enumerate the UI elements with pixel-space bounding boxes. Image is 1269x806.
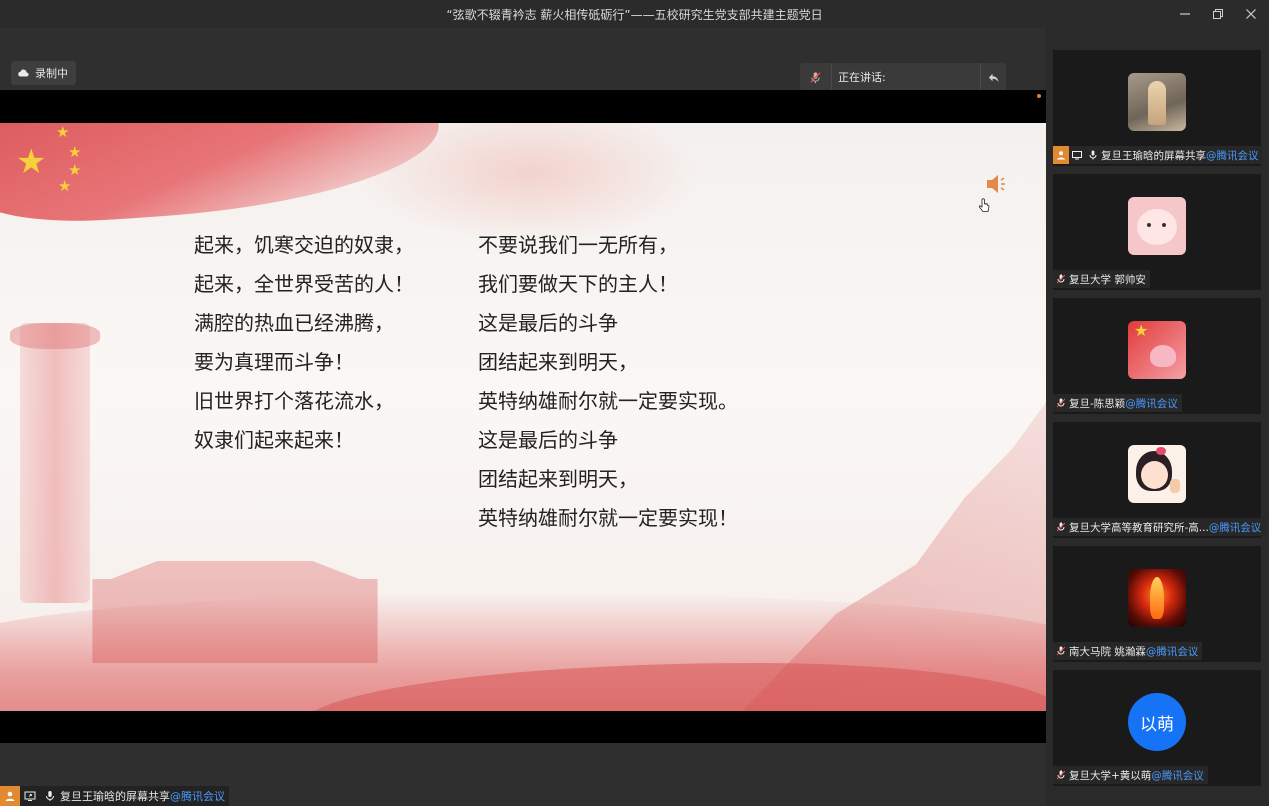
verse-line: 英特纳雄耐尔就一定要实现。 [478, 389, 738, 413]
small-star-icon: ★ [58, 177, 72, 195]
window-title: “弦歌不辍青衿志 薪火相传砥砺行”——五校研究生党支部共建主题党日 [446, 8, 823, 22]
verse-line: 奴隶们起来起来！ [194, 428, 354, 452]
letterbox-top [0, 90, 1046, 123]
main-stage: 录制中 正在讲话: ★ ★ ★ ★ ★ 起来，饥寒交迫的奴隶， 起来，全世界受苦… [0, 28, 1046, 806]
status-dot [1037, 94, 1041, 98]
reply-icon [988, 73, 999, 82]
participant-label: 复旦大学高等教育研究所-高... @腾讯会议 [1053, 518, 1266, 536]
brand-tag: @腾讯会议 [1208, 521, 1262, 534]
participant-tile[interactable]: 南大马院 姚瀚霖 @腾讯会议 [1053, 546, 1261, 662]
share-user-icon [1053, 146, 1069, 164]
verse-right-column: 不要说我们一无所有， 我们要做天下的主人！ 这是最后的斗争 团结起来到明天， 英… [478, 226, 738, 538]
participant-tile[interactable]: 复旦大学 郭帅安 [1053, 174, 1261, 290]
close-icon [1246, 9, 1256, 19]
participant-name: 复旦大学 郭帅安 [1069, 273, 1146, 286]
participant-name: 复旦王瑜晗的屏幕共享 [1101, 149, 1206, 162]
photo-person-icon [1128, 73, 1186, 131]
close-button[interactable] [1237, 4, 1265, 24]
hand-cursor-icon [978, 198, 990, 212]
speaker-icon[interactable] [984, 171, 1010, 197]
verse-line: 英特纳雄耐尔就一定要实现！ [478, 506, 738, 530]
verse-line: 我们要做天下的主人！ [478, 272, 678, 296]
verse-line: 起来，全世界受苦的人！ [194, 272, 414, 296]
letterbox-bottom [0, 711, 1046, 743]
mic-muted-icon [810, 71, 821, 83]
pillar-cap-decoration [10, 323, 100, 349]
participant-label: 复旦大学+黄以萌 @腾讯会议 [1053, 766, 1208, 784]
verse-line: 要为真理而斗争！ [194, 350, 354, 374]
mic-muted-icon [1053, 518, 1069, 536]
verse-left-column: 起来，饥寒交迫的奴隶， 起来，全世界受苦的人！ 满腔的热血已经沸腾， 要为真理而… [194, 226, 414, 460]
mic-muted-icon [1053, 270, 1069, 288]
recording-label: 录制中 [35, 67, 68, 80]
small-star-icon: ★ [56, 123, 70, 141]
speaking-indicator: 正在讲话: [800, 63, 1006, 91]
verse-line: 起来，饥寒交迫的奴隶， [194, 233, 414, 257]
mic-muted-icon [1053, 394, 1069, 412]
brand-tag: @腾讯会议 [1145, 645, 1199, 658]
participant-name: 南大马院 姚瀚霖 [1069, 645, 1146, 658]
participant-label: 复旦-陈思颖 @腾讯会议 [1053, 394, 1182, 412]
participant-label: 南大马院 姚瀚霖 @腾讯会议 [1053, 642, 1203, 660]
big-star-icon: ★ [16, 142, 47, 182]
brand-tag: @腾讯会议 [1206, 149, 1259, 162]
mic-muted-button[interactable] [800, 63, 832, 91]
brand-tag: @腾讯会议 [1151, 769, 1204, 782]
cartoon-pink-icon [1128, 197, 1186, 255]
brand-tag: @腾讯会议 [170, 790, 225, 803]
participant-tile[interactable]: 复旦王瑜晗的屏幕共享 @腾讯会议 [1053, 50, 1263, 166]
mic-muted-icon [1053, 766, 1069, 784]
minimize-icon [1180, 13, 1190, 15]
huabiao-pillar-decoration [20, 323, 90, 603]
verse-line: 团结起来到明天， [478, 350, 638, 374]
share-owner-name: 复旦王瑜晗的屏幕共享 [60, 790, 170, 803]
participant-tile[interactable]: 复旦大学高等教育研究所-高... @腾讯会议 [1053, 422, 1266, 538]
verse-line: 满腔的热血已经沸腾， [194, 311, 394, 335]
participant-tile[interactable]: 以萌 复旦大学+黄以萌 @腾讯会议 [1053, 670, 1261, 786]
verse-line: 这是最后的斗争 [478, 311, 618, 335]
participant-label: 复旦王瑜晗的屏幕共享 @腾讯会议 [1053, 146, 1263, 164]
flag-heart-icon: ★ [1128, 321, 1186, 379]
participant-tile[interactable]: ★ 复旦-陈思颖 @腾讯会议 [1053, 298, 1261, 414]
minimize-button[interactable] [1171, 4, 1199, 24]
verse-line: 这是最后的斗争 [478, 428, 618, 452]
participant-gallery: 复旦王瑜晗的屏幕共享 @腾讯会议 复旦大学 郭帅安 ★ 复旦-陈思颖 @腾讯会议 [1046, 28, 1269, 806]
maximize-button[interactable] [1204, 4, 1232, 24]
participant-label: 复旦大学 郭帅安 [1053, 270, 1150, 288]
screen-share-icon [1069, 146, 1085, 164]
screen-share-label: 复旦王瑜晗的屏幕共享 @腾讯会议 [0, 786, 229, 806]
collapse-speaking-button[interactable] [980, 63, 1006, 91]
restore-icon [1213, 9, 1223, 19]
participant-name: 复旦大学高等教育研究所-高... [1069, 521, 1209, 534]
shared-slide: ★ ★ ★ ★ ★ 起来，饥寒交迫的奴隶， 起来，全世界受苦的人！ 满腔的热血已… [0, 123, 1046, 711]
phoenix-icon [1128, 569, 1186, 627]
mic-muted-icon [1053, 642, 1069, 660]
speaking-label: 正在讲话: [838, 71, 886, 84]
verse-line: 旧世界打个落花流水， [194, 389, 394, 413]
screen-share-icon [20, 786, 40, 806]
mic-icon [40, 786, 60, 806]
title-bar: “弦歌不辍青衿志 薪火相传砥砺行”——五校研究生党支部共建主题党日 [0, 0, 1269, 28]
verse-line: 团结起来到明天， [478, 467, 638, 491]
brand-tag: @腾讯会议 [1125, 397, 1178, 410]
initials-avatar: 以萌 [1128, 693, 1186, 751]
recording-badge[interactable]: 录制中 [11, 61, 76, 85]
small-star-icon: ★ [68, 143, 82, 161]
verse-line: 不要说我们一无所有， [478, 233, 678, 257]
small-star-icon: ★ [68, 161, 82, 179]
participant-name: 复旦大学+黄以萌 [1069, 769, 1152, 782]
mic-icon [1085, 146, 1101, 164]
cartoon-girl-icon [1128, 445, 1186, 503]
share-user-icon [0, 786, 20, 806]
participant-name: 复旦-陈思颖 [1069, 397, 1126, 410]
cloud-record-icon [18, 69, 29, 77]
